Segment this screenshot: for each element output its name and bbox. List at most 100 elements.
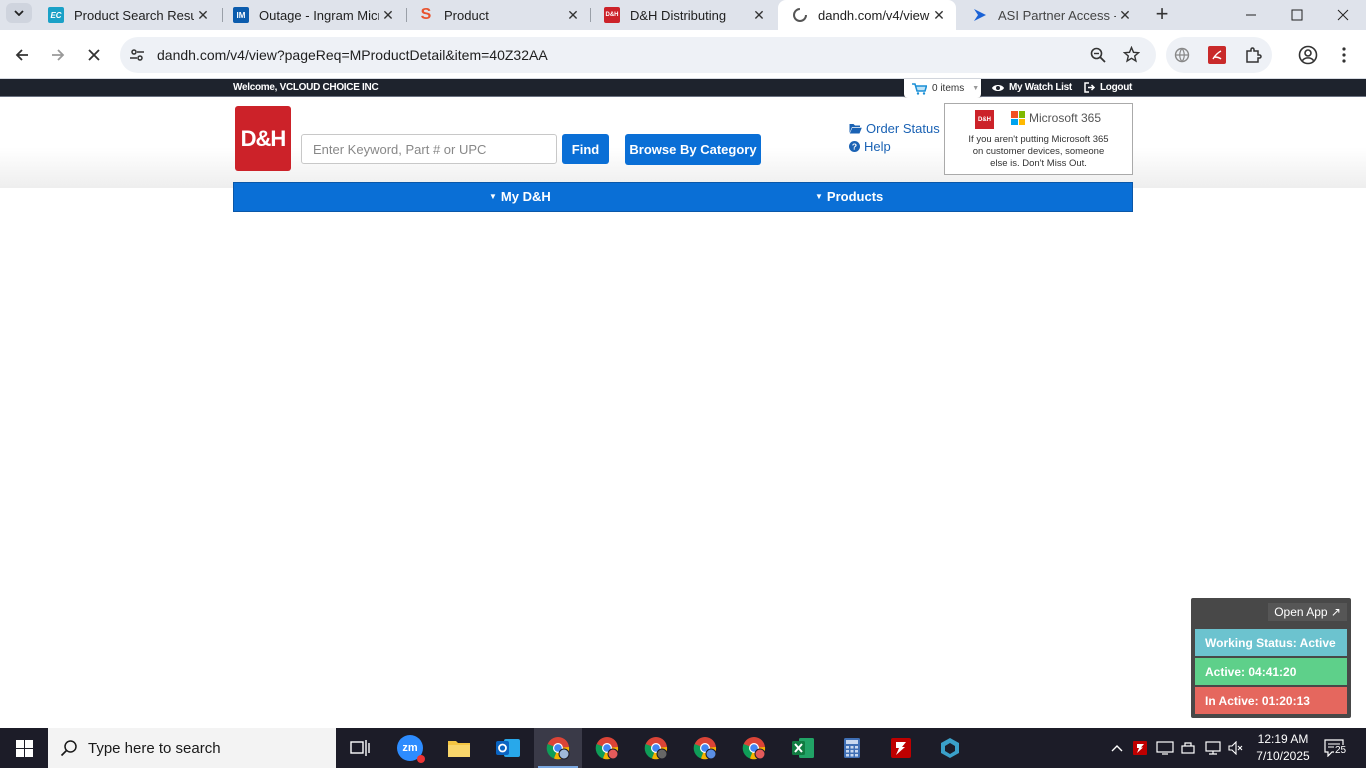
pdf-extension-icon[interactable] [1208, 46, 1226, 64]
chrome-profile-2-button[interactable] [583, 728, 631, 768]
chrome-active-button[interactable] [534, 728, 582, 768]
nav-products[interactable]: ▼ Products [815, 189, 883, 204]
close-icon [88, 49, 100, 61]
notification-center-button[interactable]: 25 [1324, 728, 1348, 768]
close-tab-icon[interactable]: ✕ [1116, 6, 1134, 24]
cart-dropdown[interactable]: 0 items ▼ [904, 79, 981, 98]
zoom-app-button[interactable]: zm [386, 728, 434, 768]
welcome-text: Welcome, VCLOUD CHOICE INC [233, 82, 379, 93]
task-view-button[interactable] [336, 728, 384, 768]
close-tab-icon[interactable]: ✕ [379, 6, 397, 24]
tab-product[interactable]: S Product ✕ [404, 0, 590, 30]
chrome-icon [742, 737, 766, 760]
svg-text:?: ? [852, 142, 857, 152]
filezilla-tray-icon[interactable] [1133, 728, 1147, 768]
chrome-icon [546, 737, 570, 760]
open-app-button[interactable]: Open App ↗ [1268, 603, 1347, 621]
chrome-profile-5-button[interactable] [730, 728, 778, 768]
working-status-row: Working Status: Active [1195, 629, 1347, 656]
nav-my-dh[interactable]: ▼ My D&H [489, 189, 551, 204]
minimize-button[interactable] [1228, 0, 1274, 30]
time-tracker-widget: Open App ↗ Working Status: Active Active… [1191, 598, 1351, 718]
microsoft-365-ad-banner[interactable]: D&H Microsoft 365 If you aren't putting … [944, 103, 1133, 175]
logout-icon [1084, 82, 1096, 93]
menu-button[interactable] [1331, 42, 1357, 68]
zoom-icon[interactable] [1090, 47, 1106, 68]
ingram-micro-favicon-icon: IM [233, 7, 249, 23]
file-explorer-button[interactable] [435, 728, 483, 768]
microsoft-logo-icon [1011, 111, 1025, 125]
browser-toolbar: dandh.com/v4/view?pageReq=MProductDetail… [0, 30, 1366, 79]
logout-link[interactable]: Logout [1084, 82, 1132, 93]
tab-title: dandh.com/v4/view?pageReq=MProductDetail… [818, 7, 930, 23]
filezilla-button[interactable] [877, 728, 925, 768]
new-tab-button[interactable]: + [1150, 1, 1174, 26]
help-link[interactable]: ? Help [849, 139, 891, 154]
start-button[interactable] [0, 728, 48, 768]
close-tab-icon[interactable]: ✕ [194, 6, 212, 24]
stop-loading-button[interactable] [81, 42, 107, 68]
caret-down-icon: ▼ [815, 192, 823, 201]
close-window-button[interactable] [1320, 0, 1366, 30]
folder-open-icon [849, 123, 862, 134]
browse-by-category-button[interactable]: Browse By Category [625, 134, 761, 165]
web-page: Welcome, VCLOUD CHOICE INC 0 items ▼ My … [0, 79, 1366, 728]
chevron-down-icon [14, 10, 24, 16]
tab-dh-distributing[interactable]: D&H D&H Distributing ✕ [590, 0, 776, 30]
close-tab-icon[interactable]: ✕ [750, 6, 768, 24]
question-circle-icon: ? [849, 141, 860, 152]
tab-product-search-results[interactable]: EC Product Search Results ✕ [34, 0, 220, 30]
tab-search-button[interactable] [6, 3, 32, 23]
tab-asi-partner-access[interactable]: ASI Partner Access - Login ✕ [958, 0, 1142, 30]
order-status-link[interactable]: Order Status [849, 121, 940, 136]
zoom-app-icon: zm [397, 735, 425, 763]
outlook-button[interactable] [484, 728, 532, 768]
taskbar-clock[interactable]: 12:19 AM 7/10/2025 [1252, 731, 1314, 765]
outlook-icon [496, 739, 520, 757]
volume-muted-icon[interactable] [1228, 728, 1244, 768]
taskbar-search-placeholder: Type here to search [88, 739, 221, 757]
globe-extension-icon[interactable] [1174, 47, 1190, 68]
maximize-button[interactable] [1274, 0, 1320, 30]
site-settings-icon[interactable] [129, 47, 145, 68]
filezilla-icon [891, 738, 911, 758]
microsoft-365-brand: Microsoft 365 [1011, 111, 1101, 125]
excel-button[interactable] [779, 728, 827, 768]
tab-outage-ingram-micro[interactable]: IM Outage - Ingram Micro ✕ [219, 0, 405, 30]
forward-button[interactable] [45, 42, 71, 68]
clock-time: 12:19 AM [1257, 732, 1309, 746]
dh-logo[interactable]: D&H [235, 106, 291, 171]
close-tab-icon[interactable]: ✕ [930, 6, 948, 24]
minimize-icon [1246, 14, 1256, 16]
profile-button[interactable] [1295, 42, 1321, 68]
bookmark-star-icon[interactable] [1122, 45, 1141, 68]
taskbar-search-box[interactable]: Type here to search [48, 728, 336, 768]
back-button[interactable] [9, 42, 35, 68]
keyword-search-input[interactable] [301, 134, 557, 164]
puzzle-extensions-icon[interactable] [1244, 46, 1262, 69]
find-button[interactable]: Find [562, 134, 609, 164]
cart-icon [912, 82, 927, 95]
kebab-menu-icon [1342, 47, 1346, 63]
watch-list-link[interactable]: My Watch List [991, 82, 1072, 93]
chrome-profile-3-button[interactable] [632, 728, 680, 768]
main-nav-bar: ▼ My D&H ▼ Products [233, 182, 1133, 212]
windows-taskbar: Type here to search zm 12:19 AM 7/10/202… [0, 728, 1366, 768]
url-text: dandh.com/v4/view?pageReq=MProductDetail… [157, 47, 548, 63]
chevron-up-icon[interactable] [1109, 744, 1125, 752]
calculator-button[interactable] [828, 728, 876, 768]
folder-icon [448, 741, 470, 757]
extensions-group [1166, 37, 1272, 73]
arrow-left-icon [15, 49, 28, 61]
address-bar[interactable]: dandh.com/v4/view?pageReq=MProductDetail… [120, 37, 1156, 73]
app-cube-button[interactable] [926, 728, 974, 768]
network-tray-icon[interactable] [1204, 728, 1222, 768]
battery-tray-icon[interactable] [1181, 728, 1197, 768]
close-tab-icon[interactable]: ✕ [564, 6, 582, 24]
caret-down-icon: ▼ [489, 192, 497, 201]
loading-spinner-icon [792, 7, 808, 23]
dh-favicon-icon: D&H [604, 7, 620, 23]
screen-tray-icon[interactable] [1156, 728, 1174, 768]
tab-dandh-product-detail[interactable]: dandh.com/v4/view?pageReq=MProductDetail… [778, 0, 956, 30]
chrome-profile-4-button[interactable] [681, 728, 729, 768]
